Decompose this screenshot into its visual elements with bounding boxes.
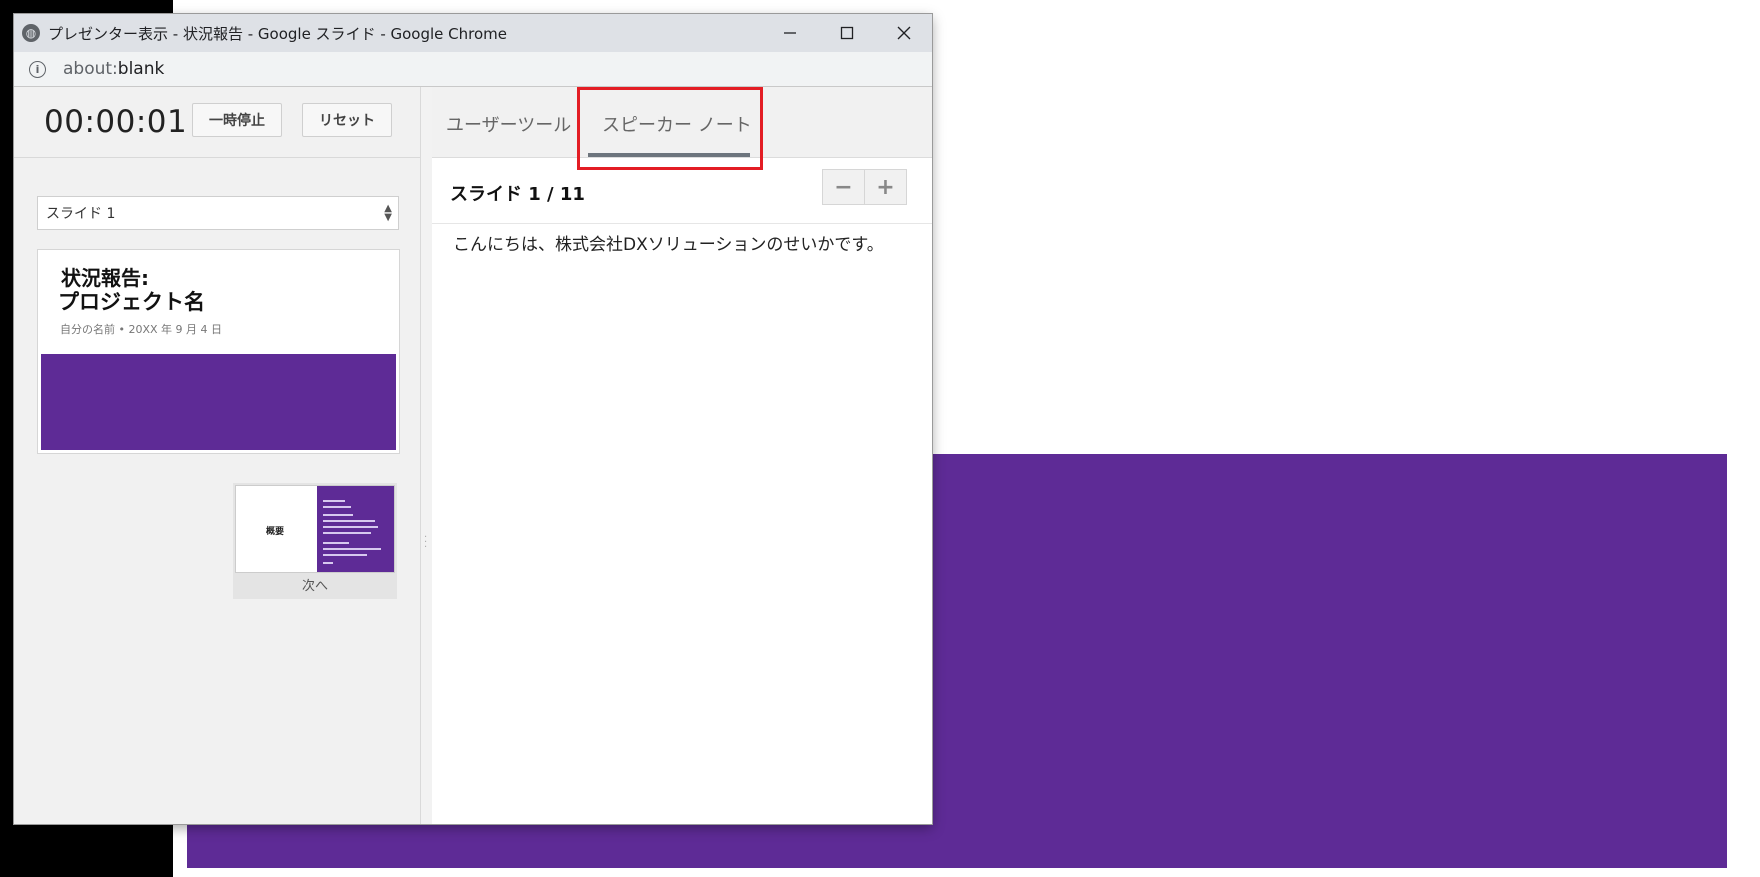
- url-text[interactable]: about:blank: [63, 59, 164, 79]
- increase-font-button[interactable]: +: [864, 169, 907, 205]
- speaker-notes-text[interactable]: こんにちは、株式会社DXソリューションのせいかです。: [453, 234, 893, 257]
- tab-bar: ユーザーツール スピーカー ノート: [432, 87, 932, 170]
- next-slide-label: 次へ: [301, 579, 328, 594]
- timer-display: 00:00:01: [44, 104, 188, 140]
- close-icon[interactable]: [875, 14, 932, 52]
- slide-title-line2: プロジェクト名: [58, 290, 205, 314]
- notes-header: スライド 1 / 11 − +: [432, 157, 932, 224]
- slide-counter: スライド 1 / 11: [450, 184, 585, 205]
- slide-accent-band: [41, 354, 396, 450]
- globe-icon: ◍: [22, 24, 40, 42]
- slide-subtitle: 自分の名前 • 20XX 年 9 月 4 日: [60, 323, 223, 336]
- maximize-icon[interactable]: [818, 14, 875, 52]
- next-slide-button[interactable]: 概要 次へ: [233, 483, 397, 599]
- info-icon[interactable]: i: [29, 60, 46, 78]
- right-panel: ユーザーツール スピーカー ノート スライド 1 / 11 − + こんにちは、…: [432, 87, 932, 824]
- presenter-window: ◍ プレゼンター表示 - 状況報告 - Google スライド - Google…: [14, 14, 932, 824]
- pause-button[interactable]: 一時停止: [192, 103, 282, 137]
- reset-button[interactable]: リセット: [302, 103, 392, 137]
- panel-splitter[interactable]: · · ·: [424, 533, 427, 553]
- timer-row: 00:00:01 一時停止 リセット: [14, 87, 420, 158]
- decrease-font-button[interactable]: −: [822, 169, 865, 205]
- tab-speaker-notes[interactable]: スピーカー ノート: [602, 111, 752, 137]
- minimize-icon[interactable]: [761, 14, 818, 52]
- left-panel: 00:00:01 一時停止 リセット スライド 1 ▲ ▼ 状況報告: プロジェク…: [14, 87, 427, 824]
- slide-select[interactable]: スライド 1 ▲ ▼: [37, 196, 399, 230]
- next-slide-thumb-panel: [317, 486, 394, 572]
- window-title: プレゼンター表示 - 状況報告 - Google スライド - Google C…: [48, 24, 508, 43]
- next-slide-thumb-title: 概要: [266, 527, 285, 537]
- slide-select-value: スライド 1: [46, 206, 116, 222]
- current-slide-preview: 状況報告: プロジェクト名 自分の名前 • 20XX 年 9 月 4 日: [37, 249, 400, 454]
- select-arrows-icon: ▲ ▼: [384, 203, 392, 223]
- next-slide-thumbnail: 概要: [235, 485, 395, 573]
- tab-user-tools[interactable]: ユーザーツール: [446, 111, 571, 137]
- title-bar[interactable]: ◍ プレゼンター表示 - 状況報告 - Google スライド - Google…: [14, 14, 932, 52]
- address-bar[interactable]: i about:blank: [14, 52, 932, 87]
